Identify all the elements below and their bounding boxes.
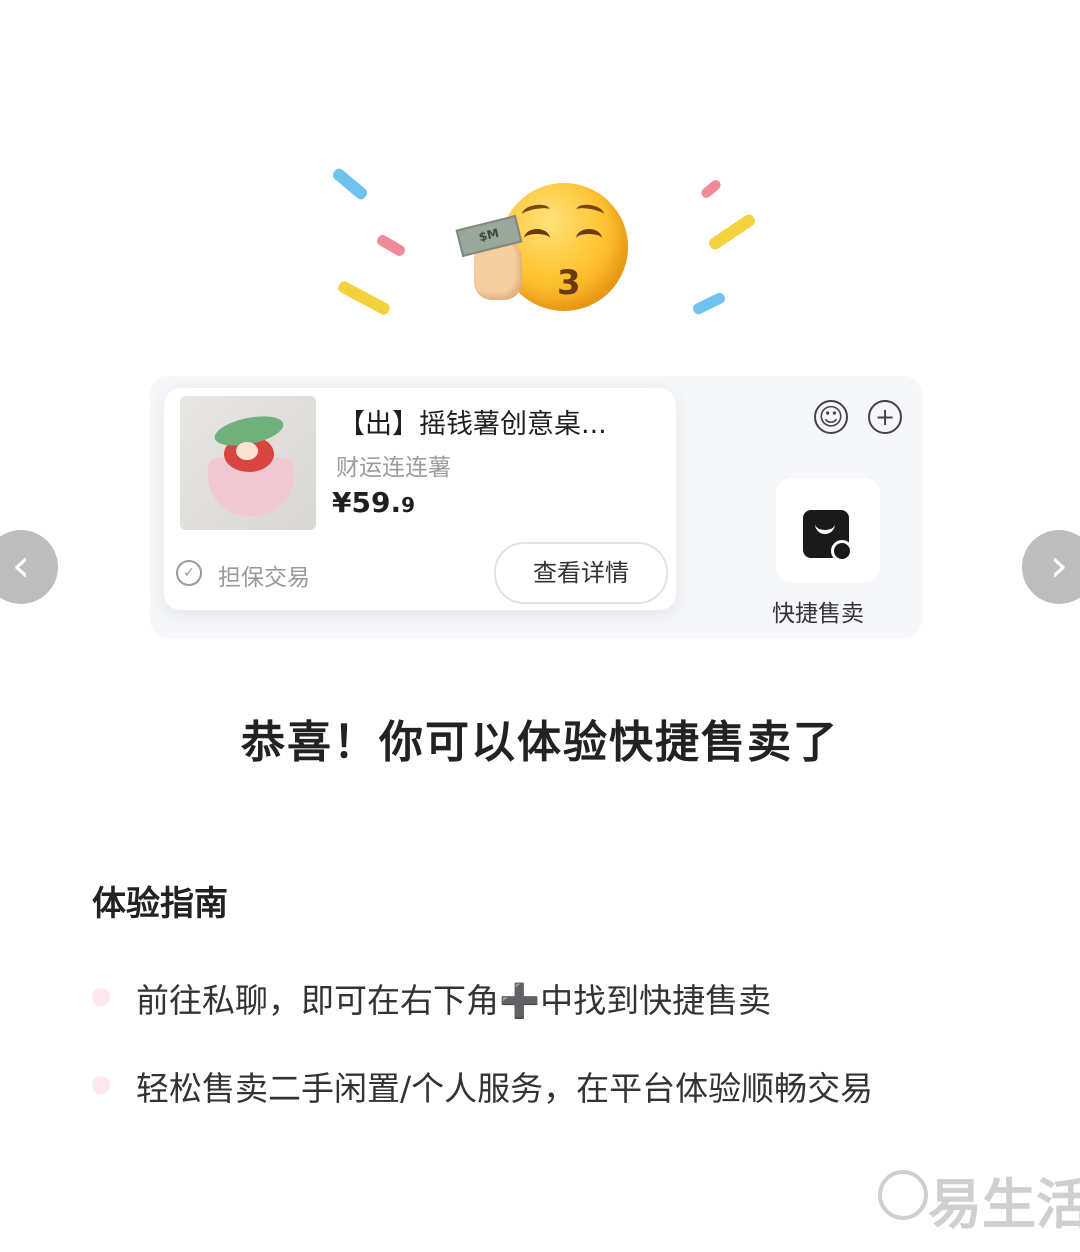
price-decimal: 9 [401,493,416,517]
kissing-face-emoji-icon: 3 [500,183,628,311]
prev-arrow-button[interactable]: ‹ [0,530,58,604]
watermark-text: 易生活 [928,1160,1080,1239]
view-details-button[interactable]: 查看详情 [494,542,668,604]
plus-icon[interactable]: + [868,400,902,434]
smile-icon[interactable]: ☺ [814,400,848,434]
product-thumbnail [180,396,316,530]
confetti-piece [375,233,407,258]
price-symbol: ¥ [332,486,352,519]
check-shield-icon: ✓ [176,560,202,586]
confetti-piece [330,166,370,202]
confetti-piece [699,178,723,200]
product-subtitle: 财运连连薯 [336,455,451,481]
confetti-piece [336,279,392,317]
headline: 恭喜！你可以体验快捷售卖了 [241,717,839,768]
bullet-dot [92,988,110,1006]
bullet-dot [92,1076,110,1094]
confetti-piece [691,291,727,316]
quick-sell-label: 快捷售卖 [772,601,864,627]
next-arrow-button[interactable]: › [1022,530,1080,604]
product-title: 【出】摇钱薯创意桌... [338,409,607,440]
watermark-label: 易生活 [928,1173,1080,1236]
shopping-bag-icon [803,510,853,562]
product-card[interactable]: 【出】摇钱薯创意桌... 财运连连薯 ¥59.9 ✓ 担保交易 查看详情 [164,388,676,610]
price-integer: 59. [351,486,402,519]
guarantee-label: 担保交易 [218,565,310,591]
confetti-piece [707,212,757,252]
guide-item: 轻松售卖二手闲置/个人服务，在平台体验顺畅交易 [136,1069,874,1108]
guide-title: 体验指南 [92,884,228,924]
guide-item: 前往私聊，即可在右下角➕中找到快捷售卖 [136,981,772,1020]
watermark-logo-icon [878,1170,928,1220]
product-price: ¥59.9 [332,486,415,519]
